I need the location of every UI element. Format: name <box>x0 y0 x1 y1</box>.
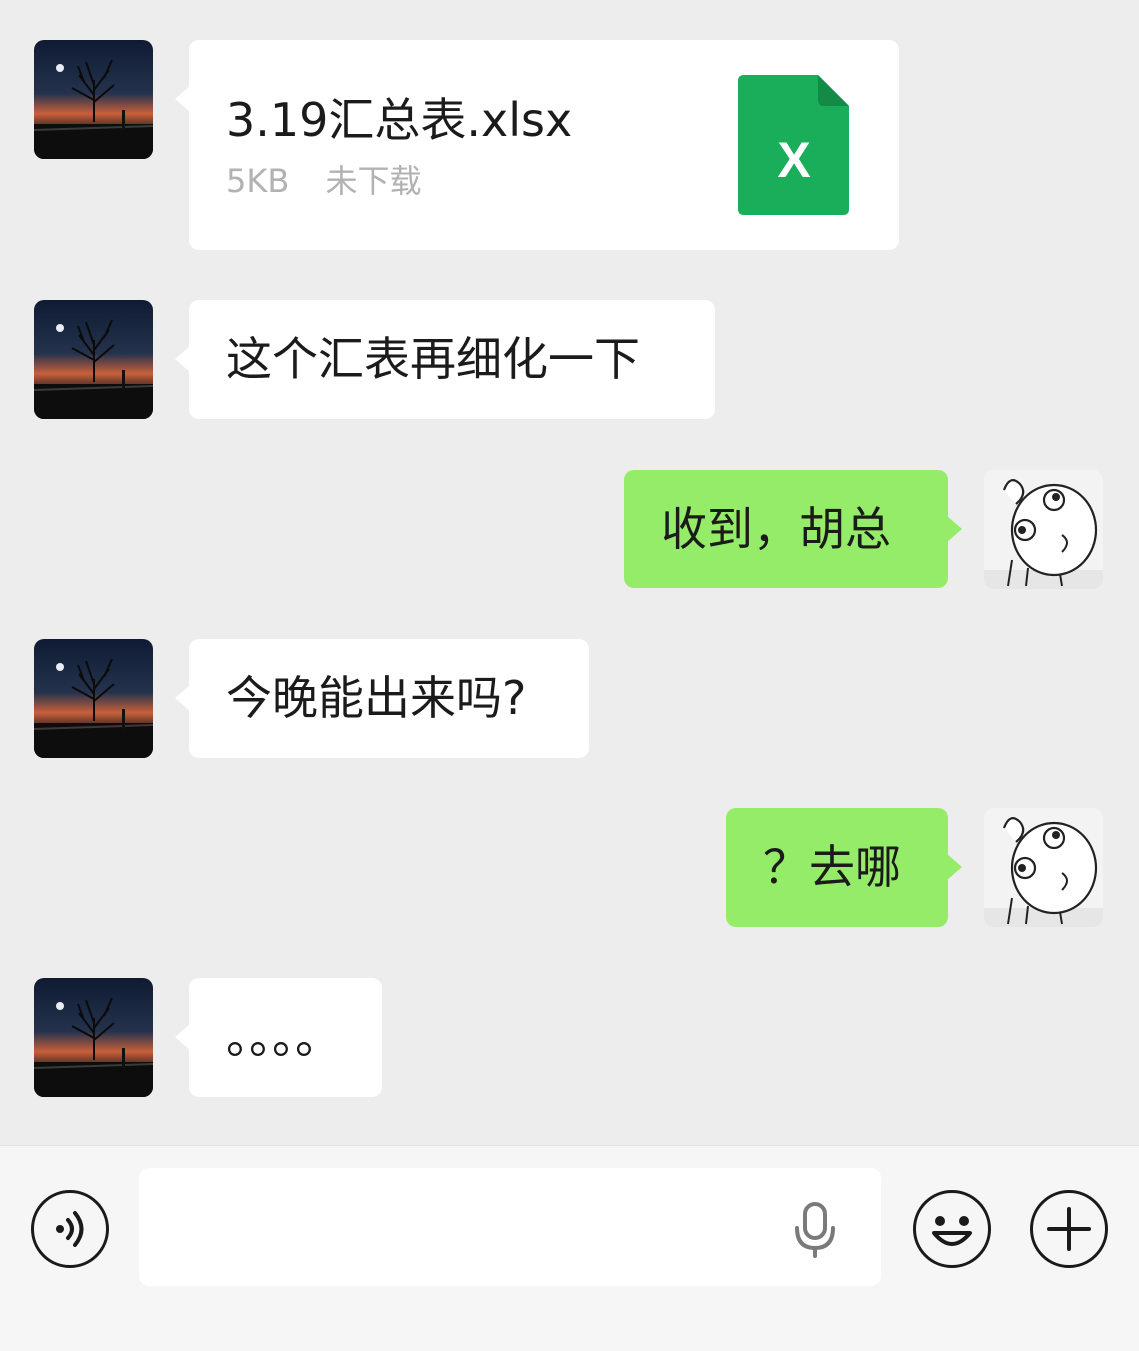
chat-area[interactable]: 3.19汇总表.xlsx 5KB 未下载 X 这个汇表再细化一下 收到，胡总 今… <box>0 0 1139 1145</box>
message-input[interactable] <box>159 1188 783 1268</box>
my-avatar[interactable] <box>984 470 1103 589</box>
more-actions-button[interactable] <box>1030 1190 1108 1268</box>
message-text: 这个汇表再细化一下 <box>226 332 640 386</box>
message-text: ？去哪 <box>763 840 901 894</box>
avatar-image <box>34 40 153 159</box>
contact-avatar[interactable] <box>34 639 153 758</box>
avatar-image <box>34 300 153 419</box>
excel-file-icon: X <box>738 75 849 215</box>
contact-avatar[interactable] <box>34 978 153 1097</box>
avatar-image <box>984 808 1103 927</box>
my-avatar[interactable] <box>984 808 1103 927</box>
text-message-bubble[interactable]: 。。。。 <box>175 978 382 1097</box>
avatar-image <box>984 470 1103 589</box>
voice-toggle-icon <box>56 1211 84 1247</box>
input-toolbar <box>0 1145 1139 1351</box>
text-message-bubble[interactable]: ？去哪 <box>726 808 962 927</box>
message-text: 收到，胡总 <box>661 502 891 556</box>
text-message-bubble[interactable]: 今晚能出来吗? <box>175 639 589 758</box>
message-text: 。。。。 <box>226 1010 341 1064</box>
avatar-image <box>34 978 153 1097</box>
message-text: 今晚能出来吗? <box>226 671 527 725</box>
avatar-image <box>34 639 153 758</box>
file-status: 未下载 <box>325 162 422 200</box>
file-meta: 5KB 未下载 <box>226 161 447 201</box>
emoji-button[interactable] <box>913 1190 991 1268</box>
microphone-icon[interactable] <box>791 1202 839 1258</box>
plus-icon <box>1047 1207 1091 1251</box>
text-message-bubble[interactable]: 这个汇表再细化一下 <box>175 300 715 419</box>
file-name: 3.19汇总表.xlsx <box>226 93 573 147</box>
voice-toggle-button[interactable] <box>31 1190 109 1268</box>
contact-avatar[interactable] <box>34 300 153 419</box>
contact-avatar[interactable] <box>34 40 153 159</box>
file-size: 5KB <box>226 162 290 200</box>
emoji-icon <box>932 1216 972 1246</box>
message-input-box[interactable] <box>139 1168 881 1286</box>
text-message-bubble[interactable]: 收到，胡总 <box>624 470 962 588</box>
file-message-bubble[interactable]: 3.19汇总表.xlsx 5KB 未下载 X <box>175 40 899 250</box>
svg-text:X: X <box>777 132 810 188</box>
